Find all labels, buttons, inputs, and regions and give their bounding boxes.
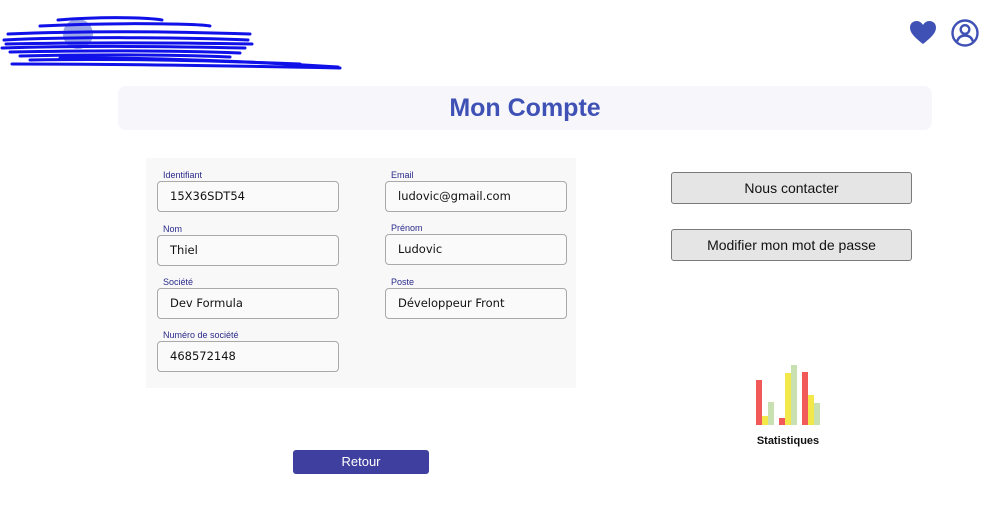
prenom-input[interactable]: Ludovic <box>385 234 567 265</box>
poste-field-group: Poste Développeur Front <box>385 276 567 319</box>
statistics-label: Statistiques <box>756 435 820 447</box>
email-input[interactable]: ludovic@gmail.com <box>385 181 567 212</box>
bar-chart-icon <box>756 365 820 425</box>
societe-input[interactable]: Dev Formula <box>157 288 339 319</box>
societe-label: Société <box>163 277 194 287</box>
logo[interactable] <box>0 12 345 74</box>
nom-input[interactable]: Thiel <box>157 235 339 266</box>
email-field-group: Email ludovic@gmail.com <box>385 169 567 212</box>
societe-field-group: Société Dev Formula <box>157 276 339 319</box>
change-password-button[interactable]: Modifier mon mot de passe <box>671 229 912 261</box>
title-bar: Mon Compte <box>118 86 932 130</box>
nom-label: Nom <box>163 224 183 234</box>
prenom-label: Prénom <box>391 223 423 233</box>
page-title: Mon Compte <box>449 93 601 122</box>
redacted-logo-icon <box>0 16 342 70</box>
heart-icon <box>910 21 936 44</box>
poste-label: Poste <box>391 277 415 287</box>
email-label: Email <box>391 170 414 180</box>
identifiant-label: Identifiant <box>163 170 203 180</box>
user-circle-icon <box>951 19 979 47</box>
header-icons <box>908 18 980 48</box>
numero-societe-input[interactable]: 468572148 <box>157 341 339 372</box>
numero-societe-field-group: Numéro de société 468572148 <box>157 329 339 372</box>
statistics-link[interactable]: Statistiques <box>748 360 828 447</box>
contact-button[interactable]: Nous contacter <box>671 172 912 204</box>
poste-input[interactable]: Développeur Front <box>385 288 567 319</box>
back-button[interactable]: Retour <box>293 450 429 474</box>
favorites-button[interactable] <box>908 18 938 48</box>
identifiant-field-group: Identifiant 15X36SDT54 <box>157 169 339 212</box>
nom-field-group: Nom Thiel <box>157 223 339 266</box>
account-form: Identifiant 15X36SDT54 Email ludovic@gma… <box>146 158 576 388</box>
account-button[interactable] <box>950 18 980 48</box>
account-page: Mon Compte Identifiant 15X36SDT54 Email … <box>0 0 992 520</box>
prenom-field-group: Prénom Ludovic <box>385 222 567 265</box>
numero-societe-label: Numéro de société <box>163 330 239 340</box>
identifiant-input[interactable]: 15X36SDT54 <box>157 181 339 212</box>
